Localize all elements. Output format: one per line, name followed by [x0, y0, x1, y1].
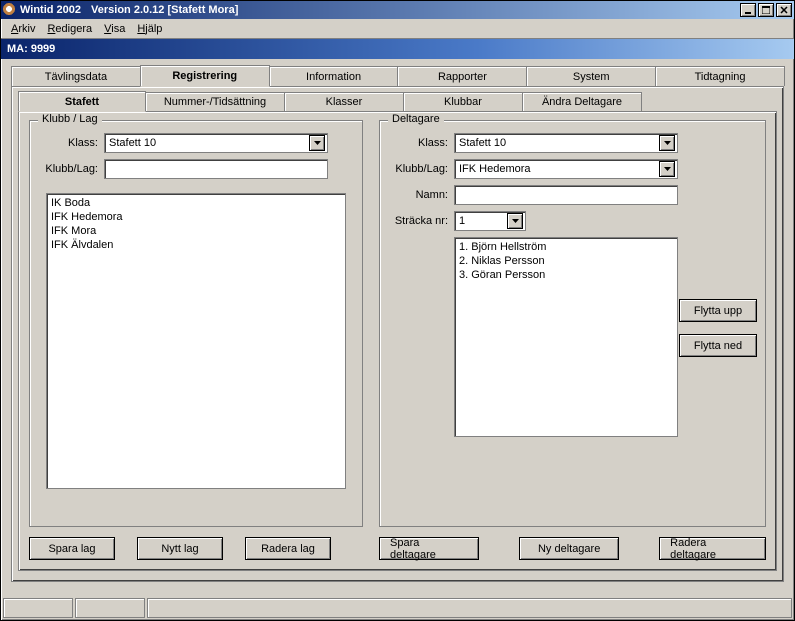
- status-cell-1: [3, 598, 73, 618]
- stracka-combo[interactable]: 1: [454, 211, 526, 231]
- list-item[interactable]: IFK Älvdalen: [51, 238, 341, 252]
- list-item[interactable]: 3. Göran Persson: [459, 268, 673, 282]
- klubblag-label-right: Klubb/Lag:: [388, 163, 454, 175]
- klubb-button-row: Spara lag Nytt lag Radera lag: [29, 537, 363, 560]
- subtab-klasser[interactable]: Klasser: [284, 92, 404, 111]
- tab-registrering[interactable]: Registrering: [140, 65, 270, 87]
- main-page-frame: Stafett Nummer-/Tidsättning Klasser Klub…: [11, 86, 784, 582]
- subtab-andra[interactable]: Ändra Deltagare: [522, 92, 642, 111]
- spara-lag-button[interactable]: Spara lag: [29, 537, 115, 560]
- list-item[interactable]: IFK Mora: [51, 224, 341, 238]
- klass-value-right: Stafett 10: [459, 137, 506, 149]
- radera-deltagare-button[interactable]: Radera deltagare: [659, 537, 766, 560]
- klubb-list[interactable]: IK Boda IFK Hedemora IFK Mora IFK Älvdal…: [46, 193, 346, 489]
- chevron-down-icon[interactable]: [659, 135, 675, 151]
- groupbox-klubb-lag: Klubb / Lag Klass: Stafett 10 Kl: [29, 120, 363, 527]
- status-cell-3: [147, 598, 792, 618]
- klass-select-right[interactable]: Stafett 10: [454, 133, 678, 153]
- klass-select-left[interactable]: Stafett 10: [104, 133, 328, 153]
- menu-bar: Arkiv Redigera Visa Hjälp: [1, 19, 794, 39]
- list-item[interactable]: 2. Niklas Persson: [459, 254, 673, 268]
- chevron-down-icon[interactable]: [507, 213, 523, 229]
- klubblag-field-left[interactable]: [104, 159, 328, 179]
- tab-system[interactable]: System: [526, 66, 656, 86]
- flytta-ned-button[interactable]: Flytta ned: [679, 334, 757, 357]
- chevron-down-icon[interactable]: [309, 135, 325, 151]
- status-cell-2: [75, 598, 145, 618]
- list-item[interactable]: IK Boda: [51, 196, 341, 210]
- klubblag-select-right[interactable]: IFK Hedemora: [454, 159, 678, 179]
- title-app: Wintid 2002: [20, 4, 81, 16]
- stracka-label: Sträcka nr:: [388, 215, 454, 227]
- tab-tidtagning[interactable]: Tidtagning: [655, 66, 785, 86]
- menu-redigera[interactable]: Redigera: [41, 21, 98, 37]
- move-buttons: Flytta upp Flytta ned: [679, 299, 757, 357]
- tab-rapporter[interactable]: Rapporter: [397, 66, 527, 86]
- app-window: Wintid 2002 Version 2.0.12 [Stafett Mora…: [0, 0, 795, 621]
- status-bar: [3, 598, 792, 618]
- title-version: Version 2.0.12 [Stafett Mora]: [91, 4, 238, 16]
- spara-deltagare-button[interactable]: Spara deltagare: [379, 537, 479, 560]
- namn-input[interactable]: [459, 188, 675, 202]
- minimize-button[interactable]: [740, 3, 756, 17]
- flytta-upp-button[interactable]: Flytta upp: [679, 299, 757, 322]
- list-item[interactable]: IFK Hedemora: [51, 210, 341, 224]
- app-icon: [3, 3, 17, 17]
- klubblag-label-left: Klubb/Lag:: [38, 163, 104, 175]
- namn-field[interactable]: [454, 185, 678, 205]
- menu-visa[interactable]: Visa: [98, 21, 131, 37]
- info-bar: MA: 9999: [1, 39, 794, 59]
- namn-label: Namn:: [388, 189, 454, 201]
- subtab-klubbar[interactable]: Klubbar: [403, 92, 523, 111]
- sub-tabs: Stafett Nummer-/Tidsättning Klasser Klub…: [18, 91, 658, 111]
- radera-lag-button[interactable]: Radera lag: [245, 537, 331, 560]
- deltagare-button-row: Spara deltagare Ny deltagare Radera delt…: [379, 537, 766, 560]
- maximize-button[interactable]: [758, 3, 774, 17]
- subtab-nummer[interactable]: Nummer-/Tidsättning: [145, 92, 285, 111]
- content-area: Tävlingsdata Registrering Information Ra…: [1, 59, 794, 590]
- nytt-lag-button[interactable]: Nytt lag: [137, 537, 223, 560]
- deltagare-list[interactable]: 1. Björn Hellström 2. Niklas Persson 3. …: [454, 237, 678, 437]
- list-item[interactable]: 1. Björn Hellström: [459, 240, 673, 254]
- inner-frame: Klubb / Lag Klass: Stafett 10 Kl: [18, 111, 777, 571]
- groupbox-deltagare: Deltagare Klass: Stafett 10 Klub: [379, 120, 766, 527]
- klass-value-left: Stafett 10: [109, 137, 156, 149]
- menu-arkiv-rest: rkiv: [18, 23, 35, 35]
- title-bar: Wintid 2002 Version 2.0.12 [Stafett Mora…: [1, 1, 794, 19]
- ny-deltagare-button[interactable]: Ny deltagare: [519, 537, 619, 560]
- klass-label-left: Klass:: [38, 137, 104, 149]
- tab-tavlingsdata[interactable]: Tävlingsdata: [11, 66, 141, 86]
- close-button[interactable]: [776, 3, 792, 17]
- info-text: MA: 9999: [7, 43, 55, 55]
- deltagare-legend: Deltagare: [388, 113, 444, 125]
- klubb-lag-legend: Klubb / Lag: [38, 113, 102, 125]
- main-tabs: Tävlingsdata Registrering Information Ra…: [11, 65, 784, 86]
- stracka-value: 1: [459, 215, 465, 227]
- subtab-stafett[interactable]: Stafett: [18, 91, 146, 112]
- tab-information[interactable]: Information: [269, 66, 399, 86]
- klass-label-right: Klass:: [388, 137, 454, 149]
- menu-arkiv[interactable]: Arkiv: [5, 21, 41, 37]
- klubblag-input-left[interactable]: [109, 162, 325, 176]
- chevron-down-icon[interactable]: [659, 161, 675, 177]
- klubblag-value-right: IFK Hedemora: [459, 163, 531, 175]
- menu-help[interactable]: Hjälp: [131, 21, 168, 37]
